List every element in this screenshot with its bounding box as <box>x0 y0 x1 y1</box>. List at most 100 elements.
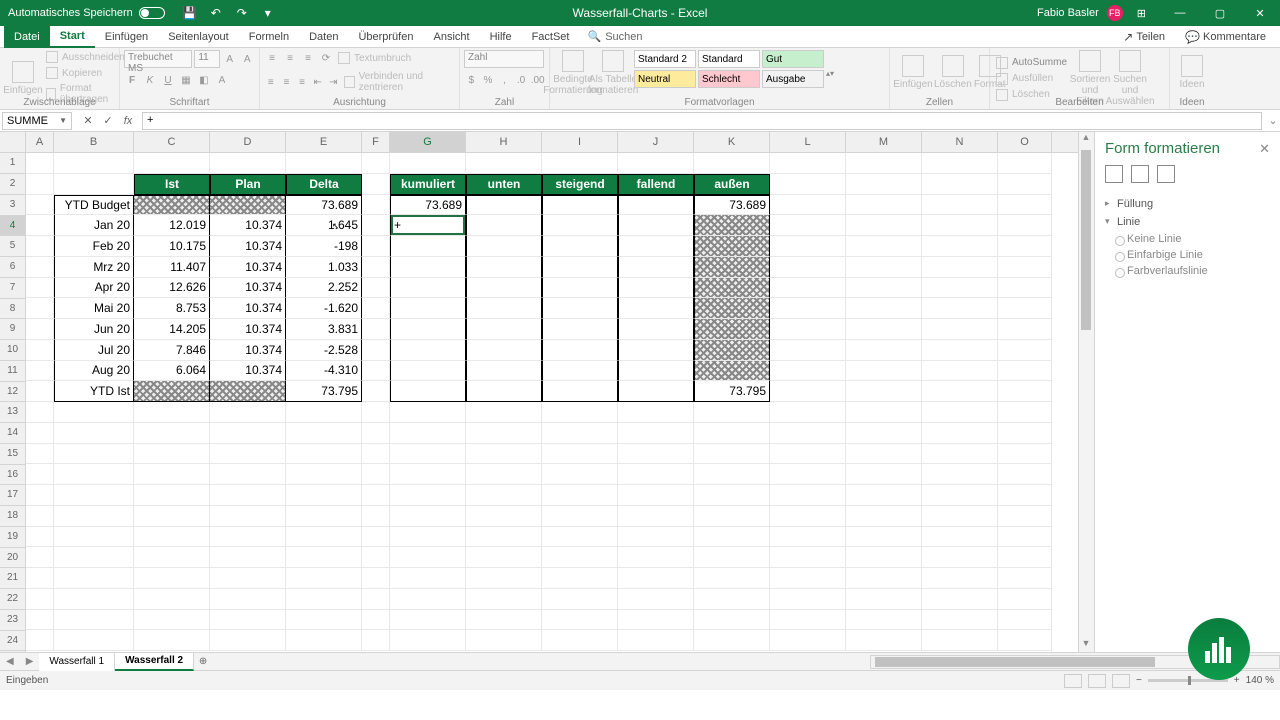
align-bot-icon[interactable]: ≡ <box>300 50 316 66</box>
ribbon-options-icon[interactable]: ⊞ <box>1131 7 1152 20</box>
cell-F20[interactable] <box>362 547 390 568</box>
cell-J9[interactable] <box>618 319 694 340</box>
cell-G13[interactable] <box>390 402 466 423</box>
cell-F23[interactable] <box>362 610 390 631</box>
cell-A1[interactable] <box>26 153 54 174</box>
cell-I23[interactable] <box>542 610 618 631</box>
cell-F17[interactable] <box>362 485 390 506</box>
cell-A23[interactable] <box>26 610 54 631</box>
comments-button[interactable]: 💬Kommentare <box>1175 26 1276 48</box>
col-header-O[interactable]: O <box>998 132 1052 152</box>
cell-A19[interactable] <box>26 527 54 548</box>
row-header-9[interactable]: 9 <box>0 319 25 340</box>
row-header-11[interactable]: 11 <box>0 361 25 382</box>
cell-D4[interactable]: 10.374 <box>210 215 286 236</box>
cell-L16[interactable] <box>770 464 846 485</box>
effects-icon[interactable] <box>1131 165 1149 183</box>
cell-H7[interactable] <box>466 278 542 299</box>
cell-I11[interactable] <box>542 361 618 382</box>
cell-H24[interactable] <box>466 630 542 651</box>
cell-J17[interactable] <box>618 485 694 506</box>
cell-M6[interactable] <box>846 257 922 278</box>
cell-I20[interactable] <box>542 547 618 568</box>
cell-E6[interactable]: 1.033 <box>286 257 362 278</box>
cell-A7[interactable] <box>26 278 54 299</box>
line-solid-option[interactable]: Einfarbige Linie <box>1105 247 1270 263</box>
cell-L4[interactable] <box>770 215 846 236</box>
cell-B21[interactable] <box>54 568 134 589</box>
cell-M18[interactable] <box>846 506 922 527</box>
cell-O4[interactable] <box>998 215 1052 236</box>
row-header-7[interactable]: 7 <box>0 278 25 299</box>
cell-C21[interactable] <box>134 568 210 589</box>
number-format-box[interactable]: Zahl <box>464 50 544 68</box>
zoom-level[interactable]: 140 % <box>1246 675 1274 686</box>
cell-I5[interactable] <box>542 236 618 257</box>
cell-H12[interactable] <box>466 381 542 402</box>
cell-M19[interactable] <box>846 527 922 548</box>
row-header-10[interactable]: 10 <box>0 340 25 361</box>
cell-D13[interactable] <box>210 402 286 423</box>
cell-J12[interactable] <box>618 381 694 402</box>
sheet-tab-1[interactable]: Wasserfall 1 <box>39 653 115 671</box>
col-header-K[interactable]: K <box>694 132 770 152</box>
cell-J2[interactable]: fallend <box>618 174 694 195</box>
cell-A4[interactable] <box>26 215 54 236</box>
cell-K12[interactable]: 73.795 <box>694 381 770 402</box>
cell-G3[interactable]: 73.689 <box>390 195 466 216</box>
share-button[interactable]: ↗Teilen <box>1113 26 1175 48</box>
cell-J6[interactable] <box>618 257 694 278</box>
cell-F14[interactable] <box>362 423 390 444</box>
add-sheet-button[interactable]: ⊕ <box>194 656 212 667</box>
cell-K15[interactable] <box>694 444 770 465</box>
row-header-1[interactable]: 1 <box>0 153 25 174</box>
cell-O15[interactable] <box>998 444 1052 465</box>
fx-icon[interactable]: fx <box>118 112 138 130</box>
cell-H9[interactable] <box>466 319 542 340</box>
cell-C22[interactable] <box>134 589 210 610</box>
cell-N12[interactable] <box>922 381 998 402</box>
tab-start[interactable]: Start <box>50 26 95 48</box>
col-header-D[interactable]: D <box>210 132 286 152</box>
table-format-button[interactable]: Als Tabelle formatieren <box>594 50 632 96</box>
cell-D2[interactable]: Plan <box>210 174 286 195</box>
cell-E10[interactable]: -2.528 <box>286 340 362 361</box>
cell-A6[interactable] <box>26 257 54 278</box>
cell-N16[interactable] <box>922 464 998 485</box>
cell-O2[interactable] <box>998 174 1052 195</box>
tab-insert[interactable]: Einfügen <box>95 26 158 48</box>
cell-D11[interactable]: 10.374 <box>210 361 286 382</box>
cell-B12[interactable]: YTD Ist <box>54 381 134 402</box>
cell-B4[interactable]: Jan 20 <box>54 215 134 236</box>
cell-H14[interactable] <box>466 423 542 444</box>
cell-M3[interactable] <box>846 195 922 216</box>
cell-I22[interactable] <box>542 589 618 610</box>
cell-G6[interactable] <box>390 257 466 278</box>
cell-F11[interactable] <box>362 361 390 382</box>
cell-J14[interactable] <box>618 423 694 444</box>
cell-O21[interactable] <box>998 568 1052 589</box>
cell-C19[interactable] <box>134 527 210 548</box>
cell-A8[interactable] <box>26 298 54 319</box>
cell-L21[interactable] <box>770 568 846 589</box>
sheet-nav-prev-icon[interactable]: ◀ <box>0 656 20 667</box>
cell-I8[interactable] <box>542 298 618 319</box>
cell-M21[interactable] <box>846 568 922 589</box>
cell-O8[interactable] <box>998 298 1052 319</box>
pane-line-section[interactable]: Linie <box>1105 213 1270 231</box>
cell-C13[interactable] <box>134 402 210 423</box>
cell-M8[interactable] <box>846 298 922 319</box>
cell-L10[interactable] <box>770 340 846 361</box>
cell-J19[interactable] <box>618 527 694 548</box>
cell-E14[interactable] <box>286 423 362 444</box>
cell-M15[interactable] <box>846 444 922 465</box>
row-header-18[interactable]: 18 <box>0 506 25 527</box>
cell-J11[interactable] <box>618 361 694 382</box>
cell-K18[interactable] <box>694 506 770 527</box>
cell-H22[interactable] <box>466 589 542 610</box>
cell-N6[interactable] <box>922 257 998 278</box>
cell-J24[interactable] <box>618 630 694 651</box>
cell-K6[interactable] <box>694 257 770 278</box>
cell-B3[interactable]: YTD Budget <box>54 195 134 216</box>
cell-L8[interactable] <box>770 298 846 319</box>
